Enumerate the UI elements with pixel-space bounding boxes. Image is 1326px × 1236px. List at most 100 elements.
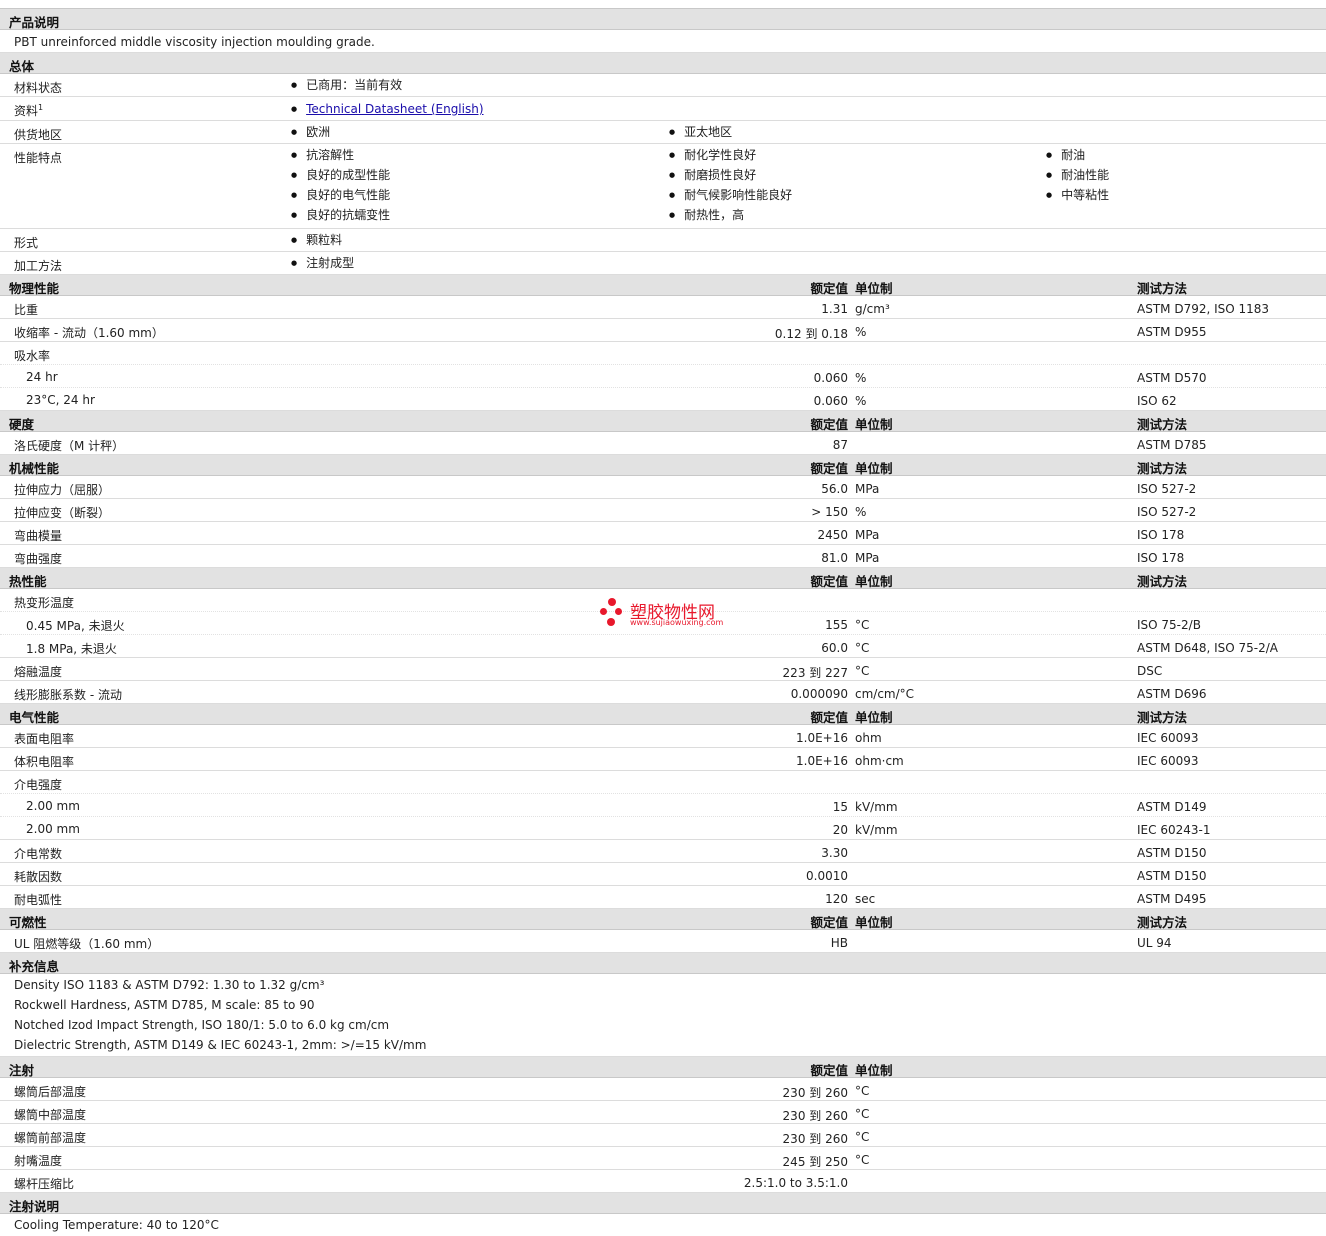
features-col-1: 抗溶解性 良好的成型性能 良好的电气性能 良好的抗蠕变性 <box>291 145 390 225</box>
table-row: 线形膨胀系数 - 流动 0.000090 cm/cm/°C ASTM D696 <box>0 681 1326 704</box>
property-value: 230 到 260 <box>782 1109 848 1123</box>
section-supplemental: 补充信息 <box>0 953 1326 974</box>
property-value: 1.0E+16 <box>796 754 848 768</box>
property-value: 0.000090 <box>790 687 848 701</box>
header-unit: 单位制 <box>855 461 893 476</box>
header-value: 额定值 <box>810 710 848 725</box>
property-value: 3.30 <box>821 846 848 860</box>
property-group-name: 热变形温度 <box>14 596 75 610</box>
property-name: 0.45 MPa, 未退火 <box>26 619 125 633</box>
test-method: ISO 75-2/B <box>1137 618 1201 632</box>
header-unit: 单位制 <box>855 1063 893 1078</box>
property-value: 60.0 <box>821 641 848 655</box>
list-item: 耐油 <box>1046 145 1109 165</box>
list-item: 中等粘性 <box>1046 185 1109 205</box>
literature-label: 资料 <box>14 104 39 118</box>
property-name: 螺筒前部温度 <box>14 1131 87 1145</box>
property-group-name: 吸水率 <box>14 349 51 363</box>
section-title: 物理性能 <box>9 281 60 296</box>
table-row: 螺筒前部温度 230 到 260 °C <box>0 1124 1326 1147</box>
header-method: 测试方法 <box>1137 915 1188 930</box>
property-name: 螺筒后部温度 <box>14 1085 87 1099</box>
note-line: Dielectric Strength, ASTM D149 & IEC 602… <box>14 1038 427 1052</box>
test-method: ISO 527-2 <box>1137 505 1197 519</box>
property-name: 比重 <box>14 303 39 317</box>
list-item: 良好的抗蠕变性 <box>291 205 390 225</box>
property-value: 56.0 <box>821 482 848 496</box>
header-method: 测试方法 <box>1137 461 1188 476</box>
table-row: 耗散因数 0.0010 ASTM D150 <box>0 863 1326 886</box>
list-item: 注射成型 <box>291 253 354 273</box>
header-value: 额定值 <box>810 1063 848 1078</box>
table-row: 24 hr 0.060% ASTM D570 <box>0 365 1326 388</box>
table-row: 射嘴温度 245 到 250 °C <box>0 1147 1326 1170</box>
property-unit: °C <box>855 1107 870 1121</box>
row-material-status: 材料状态 已商用：当前有效 <box>0 74 1326 97</box>
datasheet-link[interactable]: Technical Datasheet (English) <box>306 102 483 116</box>
property-value: 1.0E+16 <box>796 731 848 745</box>
row-label: 性能特点 <box>14 151 63 165</box>
table-row: 螺筒中部温度 230 到 260 °C <box>0 1101 1326 1124</box>
property-value: 0.060 <box>813 371 848 385</box>
table-row: 螺筒后部温度 230 到 260 °C <box>0 1078 1326 1101</box>
property-unit: °C <box>855 664 870 678</box>
header-value: 额定值 <box>810 574 848 589</box>
property-unit: °C <box>855 641 870 655</box>
section-mechanical: 机械性能 额定值 单位制 测试方法 <box>0 455 1326 476</box>
list-item: 耐磨损性良好 <box>669 165 792 185</box>
table-row: 介电强度 <box>0 771 1326 794</box>
section-title: 硬度 <box>9 417 35 432</box>
section-product-desc: 产品说明 <box>0 9 1326 30</box>
table-row: 拉伸应变（断裂） > 150% ISO 527-2 <box>0 499 1326 522</box>
property-unit: °C <box>855 1130 870 1144</box>
logo-dot <box>615 608 622 615</box>
test-method: IEC 60093 <box>1137 754 1199 768</box>
row-literature: 资料1 Technical Datasheet (English) <box>0 97 1326 121</box>
header-unit: 单位制 <box>855 710 893 725</box>
section-title: 机械性能 <box>9 461 60 476</box>
property-name: 2.00 mm <box>26 799 80 813</box>
property-value: 120 <box>825 892 848 906</box>
section-flammability: 可燃性 额定值 单位制 测试方法 <box>0 909 1326 930</box>
section-title: 注射 <box>9 1063 35 1078</box>
property-name: 弯曲强度 <box>14 552 63 566</box>
injection-notes-row: Cooling Temperature: 40 to 120°C <box>0 1214 1326 1236</box>
property-name: 拉伸应变（断裂） <box>14 506 111 520</box>
section-title: 总体 <box>9 59 35 74</box>
property-unit: MPa <box>855 482 880 496</box>
note-line: Notched Izod Impact Strength, ISO 180/1:… <box>14 1018 390 1032</box>
property-value: 2450 <box>817 528 848 542</box>
literature-list: Technical Datasheet (English) <box>291 99 483 119</box>
property-value: 0.0010 <box>806 869 848 883</box>
availability-list-1: 欧洲 <box>291 122 330 142</box>
section-title: 电气性能 <box>9 710 60 725</box>
property-name: 拉伸应力（屈服） <box>14 483 111 497</box>
list-item: 耐化学性良好 <box>669 145 792 165</box>
test-method: ASTM D785 <box>1137 438 1207 452</box>
property-unit: % <box>855 371 867 385</box>
list-item: 良好的成型性能 <box>291 165 390 185</box>
property-name: 射嘴温度 <box>14 1154 63 1168</box>
property-name: 23°C, 24 hr <box>26 393 95 407</box>
property-value: 0.060 <box>813 394 848 408</box>
property-unit: % <box>855 394 867 408</box>
test-method: ISO 527-2 <box>1137 482 1197 496</box>
test-method: ASTM D149 <box>1137 800 1207 814</box>
property-unit: kV/mm <box>855 800 898 814</box>
property-name: 线形膨胀系数 - 流动 <box>14 688 122 702</box>
table-row: 熔融温度 223 到 227 °C DSC <box>0 658 1326 681</box>
section-title: 补充信息 <box>9 959 60 974</box>
section-injection: 注射 额定值 单位制 <box>0 1057 1326 1078</box>
table-row: 2.00 mm 15 kV/mm ASTM D149 <box>0 794 1326 817</box>
table-row: 耐电弧性 120 sec ASTM D495 <box>0 886 1326 909</box>
header-value: 额定值 <box>810 461 848 476</box>
section-injection-notes: 注射说明 <box>0 1193 1326 1214</box>
property-value: 20 <box>832 823 848 837</box>
table-row: 表面电阻率 1.0E+16 ohm IEC 60093 <box>0 725 1326 748</box>
property-unit: MPa <box>855 528 880 542</box>
test-method: ASTM D648, ISO 75-2/A <box>1137 641 1278 655</box>
test-method: ASTM D792, ISO 1183 <box>1137 302 1270 316</box>
test-method: ASTM D495 <box>1137 892 1207 906</box>
table-row: 收缩率 - 流动（1.60 mm） 0.12 到 0.18% ASTM D955 <box>0 319 1326 342</box>
row-label: 材料状态 <box>14 81 63 95</box>
